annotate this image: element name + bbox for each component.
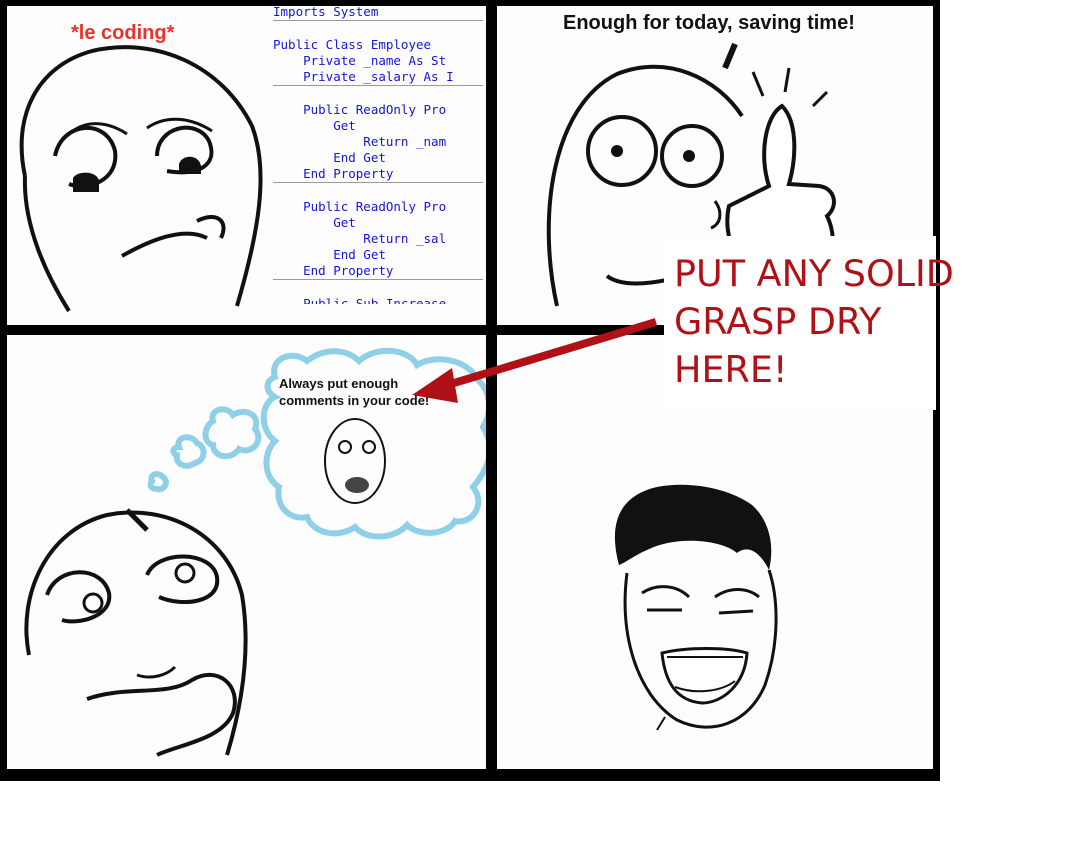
red-arrow-graphic (412, 318, 658, 403)
overlay-text: PUT ANY SOLID GRASP DRY HERE! (674, 252, 954, 391)
